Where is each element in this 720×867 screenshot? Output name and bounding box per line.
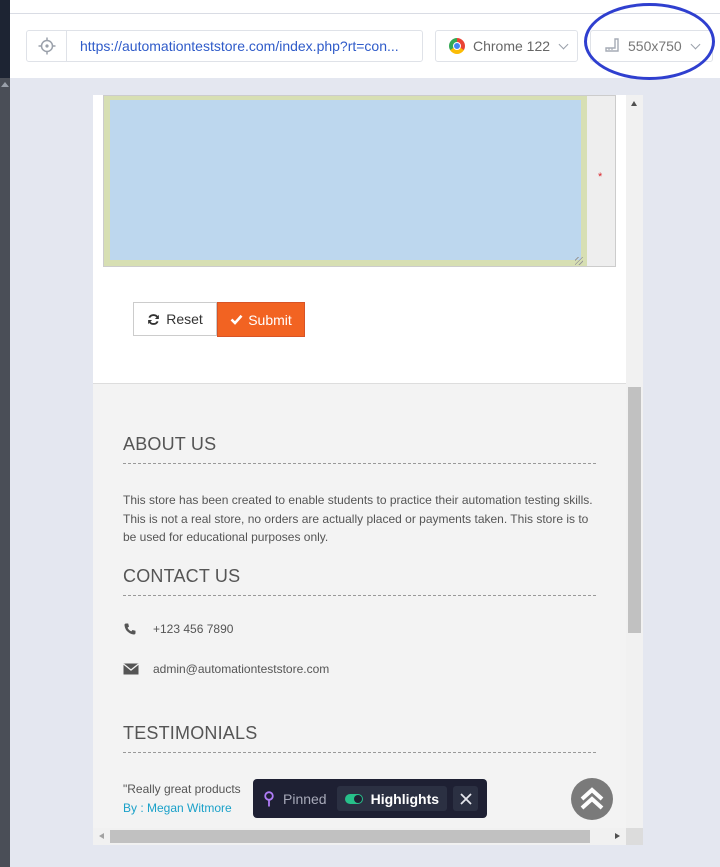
contact-us-heading: CONTACT US xyxy=(123,566,596,596)
testimonial-quote: "Really great products xyxy=(123,782,241,796)
phone-number: +123 456 7890 xyxy=(153,622,234,636)
enquiry-textarea[interactable] xyxy=(104,96,587,266)
about-us-text: This store has been created to enable st… xyxy=(123,493,593,544)
chrome-icon xyxy=(449,38,465,54)
chevron-down-icon xyxy=(690,39,701,49)
testimonials-heading: TESTIMONIALS xyxy=(123,723,596,753)
browser-select[interactable]: Chrome 122 xyxy=(435,30,578,62)
pinned-label: Pinned xyxy=(283,790,327,807)
close-icon xyxy=(459,792,472,805)
scroll-up-arrow-icon[interactable] xyxy=(631,101,637,106)
testimonial-author: By : Megan Witmore xyxy=(123,801,232,815)
vertical-scroll-thumb[interactable] xyxy=(628,387,641,633)
browser-label: Chrome 122 xyxy=(473,38,551,54)
highlights-toggle[interactable]: Highlights xyxy=(336,786,448,811)
responsive-toolbar: https://automationteststore.com/index.ph… xyxy=(10,14,720,78)
viewport-size-label: 550x750 xyxy=(628,38,682,54)
reset-button[interactable]: Reset xyxy=(133,302,217,336)
url-text[interactable]: https://automationteststore.com/index.ph… xyxy=(67,38,417,54)
reset-label: Reset xyxy=(166,311,203,327)
enquiry-textarea-wrapper xyxy=(103,95,616,267)
locate-target-icon[interactable] xyxy=(27,31,67,61)
contact-email: admin@automationteststore.com xyxy=(123,662,329,676)
left-rail-scroll-up-icon[interactable] xyxy=(1,82,9,87)
check-icon xyxy=(230,314,243,325)
horizontal-scroll-thumb[interactable] xyxy=(110,830,590,843)
ruler-resize-icon xyxy=(604,37,620,56)
pin-icon[interactable] xyxy=(263,790,275,807)
highlights-label: Highlights xyxy=(370,790,440,807)
double-chevron-up-icon xyxy=(580,787,604,810)
window-top-strip xyxy=(0,0,720,14)
page-content: * Reset Submit ABOUT US This store has b… xyxy=(93,95,626,828)
left-rail xyxy=(0,0,10,867)
emulated-viewport: * Reset Submit ABOUT US This store has b… xyxy=(93,95,643,845)
url-field[interactable]: https://automationteststore.com/index.ph… xyxy=(26,30,423,62)
site-footer: ABOUT US This store has been created to … xyxy=(93,383,626,828)
envelope-icon xyxy=(123,663,153,675)
scroll-to-top-button[interactable] xyxy=(571,778,613,820)
left-rail-header xyxy=(0,0,10,78)
email-address[interactable]: admin@automationteststore.com xyxy=(153,662,329,676)
horizontal-scrollbar[interactable] xyxy=(93,828,626,845)
scrollbar-corner xyxy=(626,828,643,845)
vertical-scrollbar[interactable] xyxy=(626,95,643,828)
scroll-right-arrow-icon[interactable] xyxy=(615,833,620,839)
scroll-left-arrow-icon[interactable] xyxy=(99,833,104,839)
toggle-switch-icon[interactable] xyxy=(344,793,363,804)
about-us-heading: ABOUT US xyxy=(123,434,596,464)
pinned-toolbar: Pinned Highlights xyxy=(253,779,487,818)
close-button[interactable] xyxy=(453,786,479,811)
phone-icon xyxy=(123,622,153,636)
required-marker: * xyxy=(598,171,603,183)
chevron-down-icon xyxy=(558,39,569,49)
submit-label: Submit xyxy=(248,311,292,328)
viewport-size-select[interactable]: 550x750 xyxy=(590,30,713,62)
resize-grip-icon[interactable] xyxy=(575,257,583,265)
contact-phone: +123 456 7890 xyxy=(123,622,233,636)
submit-button[interactable]: Submit xyxy=(217,302,305,337)
refresh-icon xyxy=(148,313,160,325)
